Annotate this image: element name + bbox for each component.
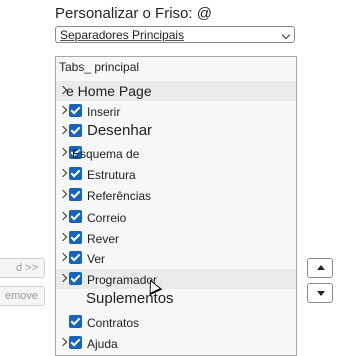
tree-item-label: Ver — [87, 252, 106, 266]
chevron-right-icon[interactable] — [58, 337, 68, 347]
tree-item-label: e Home Page — [66, 83, 152, 99]
tree-item-label: Inserir — [87, 105, 121, 119]
chevron-right-icon[interactable] — [58, 168, 68, 178]
tree-header-label: Tabs_ principal — [59, 60, 140, 74]
chevron-right-icon[interactable] — [58, 189, 68, 199]
tree-item-label: Referências — [87, 189, 152, 203]
add-button[interactable]: d >> — [0, 258, 45, 278]
tree-item-desenhar[interactable]: Desenhar — [56, 121, 296, 141]
checkbox-checked-icon[interactable] — [69, 336, 82, 349]
tree-item-label: Estrutura — [87, 168, 136, 182]
chevron-right-icon[interactable] — [58, 252, 68, 262]
chevron-down-icon — [281, 30, 291, 40]
tree-item-label: Desenhar — [87, 122, 153, 139]
tree-item-ajuda[interactable]: Ajuda — [56, 333, 296, 353]
chevron-right-icon[interactable] — [58, 125, 68, 135]
tree-item-esquema[interactable]: Esquema de — [56, 143, 296, 163]
remove-button[interactable]: emove — [0, 286, 45, 306]
tree-item-correio[interactable]: Correio — [56, 207, 296, 227]
checkbox-checked-icon[interactable] — [69, 188, 82, 201]
triangle-up-icon — [317, 265, 325, 270]
checkbox-checked-icon[interactable] — [69, 104, 82, 117]
tree-item-label: Correio — [87, 211, 127, 225]
tree-item-ver[interactable]: Ver — [56, 248, 296, 268]
tabs-dropdown-value: Separadores Principais — [60, 28, 185, 42]
move-down-button[interactable] — [307, 283, 333, 303]
move-up-button[interactable] — [307, 258, 333, 278]
checkbox-checked-icon[interactable] — [69, 315, 82, 328]
checkbox-checked-icon[interactable] — [69, 124, 82, 137]
tree-item-suplementos[interactable]: Suplementos — [56, 289, 296, 309]
tabs-dropdown[interactable]: Separadores Principais — [55, 26, 295, 43]
tree-item-label: Contratos — [87, 316, 140, 330]
tree-item-label: Ajuda — [87, 337, 118, 351]
checkbox-checked-icon[interactable] — [69, 251, 82, 264]
checkbox-checked-icon[interactable] — [69, 210, 82, 223]
checkbox-checked-icon[interactable] — [69, 167, 82, 180]
tree-item-estrutura[interactable]: Estrutura — [56, 164, 296, 184]
tree-item-inserir[interactable]: Inserir — [56, 101, 296, 121]
ribbon-tabs-tree[interactable]: Tabs_ principal e Home Page Inserir Dese… — [55, 56, 297, 356]
chevron-right-icon[interactable] — [58, 211, 68, 221]
tree-header: Tabs_ principal — [56, 57, 296, 77]
tree-item-contratos[interactable]: Contratos — [56, 312, 296, 332]
tree-item-label: Rever — [87, 232, 120, 246]
customize-ribbon-label: Personalizar o Friso: @ — [55, 5, 212, 22]
tree-item-referencias[interactable]: Referências — [56, 185, 296, 205]
chevron-right-icon[interactable] — [58, 147, 68, 157]
checkbox-checked-icon[interactable] — [69, 272, 82, 285]
chevron-right-icon[interactable] — [58, 232, 68, 242]
tree-item-home[interactable]: e Home Page — [56, 81, 296, 101]
chevron-right-icon[interactable] — [58, 105, 68, 115]
tree-item-rever[interactable]: Rever — [56, 228, 296, 248]
tree-item-programador[interactable]: Programador — [56, 269, 296, 289]
triangle-down-icon — [317, 291, 325, 296]
tree-item-label: Esquema de — [72, 147, 140, 161]
chevron-right-icon[interactable] — [58, 273, 68, 283]
checkbox-checked-icon[interactable] — [69, 231, 82, 244]
tree-item-label: Suplementos — [86, 290, 174, 307]
